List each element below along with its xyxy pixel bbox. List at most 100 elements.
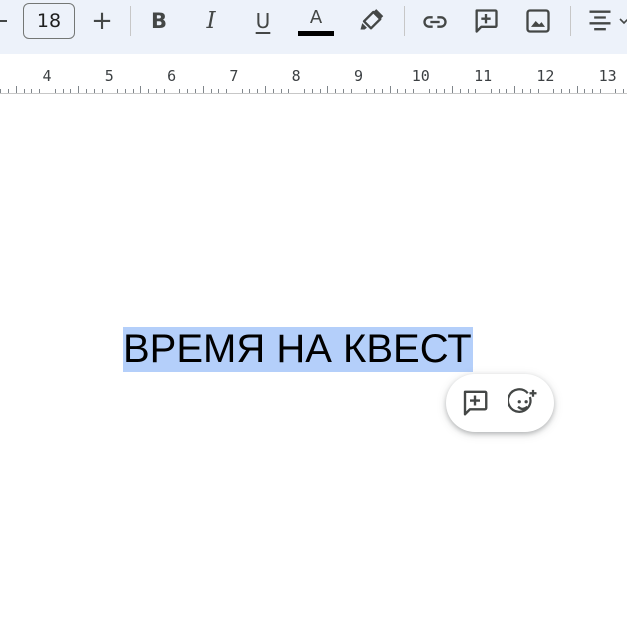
insert-link-button[interactable] xyxy=(420,8,450,36)
ruler-tick xyxy=(327,86,328,93)
image-icon xyxy=(526,9,550,33)
text-color-button[interactable]: A xyxy=(297,4,335,38)
text-color-swatch xyxy=(298,30,334,36)
add-emoji-reaction-button[interactable] xyxy=(508,388,538,418)
ruler-number: 8 xyxy=(291,67,301,85)
ruler-tick xyxy=(102,89,103,93)
ruler-tick xyxy=(226,89,227,93)
ruler-tick xyxy=(203,86,204,93)
ruler-tick xyxy=(374,89,375,93)
ruler-tick xyxy=(397,89,398,93)
highlight-color-button[interactable] xyxy=(357,5,385,33)
font-size-input[interactable]: 18 xyxy=(23,3,75,39)
docs-editor: 18 + B I U A 4 5 6 7 8 9 10 11 12 13 ВРЕ… xyxy=(0,0,627,627)
ruler-tick xyxy=(195,89,196,93)
ruler-tick xyxy=(592,89,593,93)
ruler-tick xyxy=(148,89,149,93)
chevron-down-icon xyxy=(619,18,627,25)
ruler-tick xyxy=(281,89,282,93)
align-center-icon xyxy=(589,10,611,31)
ruler-tick xyxy=(179,89,180,93)
ruler-tick xyxy=(491,89,492,93)
ruler-number: 12 xyxy=(536,67,555,85)
ruler-number: 9 xyxy=(353,67,364,85)
ruler-tick xyxy=(351,89,352,93)
ruler-tick xyxy=(623,89,624,93)
ruler-tick xyxy=(584,89,585,93)
selected-document-text[interactable]: ВРЕМЯ НА КВЕСТ xyxy=(123,327,473,372)
ruler-tick xyxy=(600,89,601,93)
ruler-tick xyxy=(514,86,515,93)
horizontal-ruler[interactable]: 4 5 6 7 8 9 10 11 12 13 xyxy=(0,54,627,94)
ruler-tick xyxy=(577,86,578,93)
ruler-number: 6 xyxy=(167,67,177,85)
ruler-tick xyxy=(63,89,64,93)
ruler-tick xyxy=(242,89,243,93)
ruler-tick xyxy=(0,89,1,93)
toolbar-divider xyxy=(130,6,131,36)
ruler-tick xyxy=(164,89,165,93)
insert-comment-button[interactable] xyxy=(472,7,500,35)
ruler-tick xyxy=(561,89,562,93)
ruler-number: 5 xyxy=(104,67,114,85)
ruler-tick xyxy=(413,89,414,93)
ruler-number: 10 xyxy=(411,67,430,85)
toolbar-divider xyxy=(404,6,405,36)
ruler-tick xyxy=(125,89,126,93)
ruler-number: 13 xyxy=(598,67,617,85)
italic-button[interactable]: I xyxy=(199,8,223,34)
ruler-tick xyxy=(320,89,321,93)
ruler-tick xyxy=(390,86,391,93)
ruler-tick xyxy=(343,89,344,93)
ruler-tick xyxy=(187,89,188,93)
ruler-tick xyxy=(335,89,336,93)
underline-button[interactable]: U xyxy=(250,7,276,35)
ruler-tick xyxy=(218,89,219,93)
ruler-tick xyxy=(460,89,461,93)
ruler-tick xyxy=(382,89,383,93)
ruler-tick xyxy=(506,89,507,93)
ruler-tick xyxy=(522,89,523,93)
floating-action-menu xyxy=(446,374,554,432)
add-comment-button[interactable] xyxy=(460,388,490,418)
ruler-tick xyxy=(16,86,17,93)
ruler-tick xyxy=(94,89,95,93)
increase-font-size-button[interactable]: + xyxy=(91,8,113,34)
ruler-tick xyxy=(70,89,71,93)
ruler-tick xyxy=(538,89,539,93)
ruler-tick xyxy=(78,86,79,93)
ruler-tick xyxy=(117,89,118,93)
insert-image-button[interactable] xyxy=(524,7,552,35)
ruler-tick xyxy=(156,89,157,93)
link-icon xyxy=(423,16,447,28)
ruler-tick xyxy=(530,89,531,93)
ruler-tick xyxy=(569,89,570,93)
ruler-number: 11 xyxy=(474,67,493,85)
ruler-number: 4 xyxy=(42,67,52,85)
bold-button[interactable]: B xyxy=(147,9,171,33)
ruler-tick xyxy=(55,89,56,93)
ruler-tick xyxy=(405,89,406,93)
highlighter-icon xyxy=(360,9,384,30)
ruler-tick xyxy=(468,89,469,93)
ruler-tick xyxy=(8,89,9,93)
ruler-tick xyxy=(429,89,430,93)
align-dropdown-button[interactable] xyxy=(619,16,627,26)
ruler-tick xyxy=(31,89,32,93)
decrease-font-size-button[interactable] xyxy=(0,16,8,26)
ruler-tick xyxy=(265,86,266,93)
ruler-tick xyxy=(140,86,141,93)
ruler-tick xyxy=(436,89,437,93)
ruler-tick xyxy=(312,89,313,93)
ruler-tick xyxy=(366,89,367,93)
toolbar-divider xyxy=(570,6,571,36)
ruler-tick xyxy=(304,89,305,93)
align-button[interactable] xyxy=(586,7,614,35)
ruler-tick xyxy=(452,86,453,93)
add-emoji-reaction-icon xyxy=(508,388,537,413)
ruler-tick xyxy=(553,89,554,93)
ruler-tick xyxy=(499,89,500,93)
ruler-tick xyxy=(24,89,25,93)
add-comment-icon xyxy=(463,390,488,416)
ruler-tick xyxy=(211,89,212,93)
